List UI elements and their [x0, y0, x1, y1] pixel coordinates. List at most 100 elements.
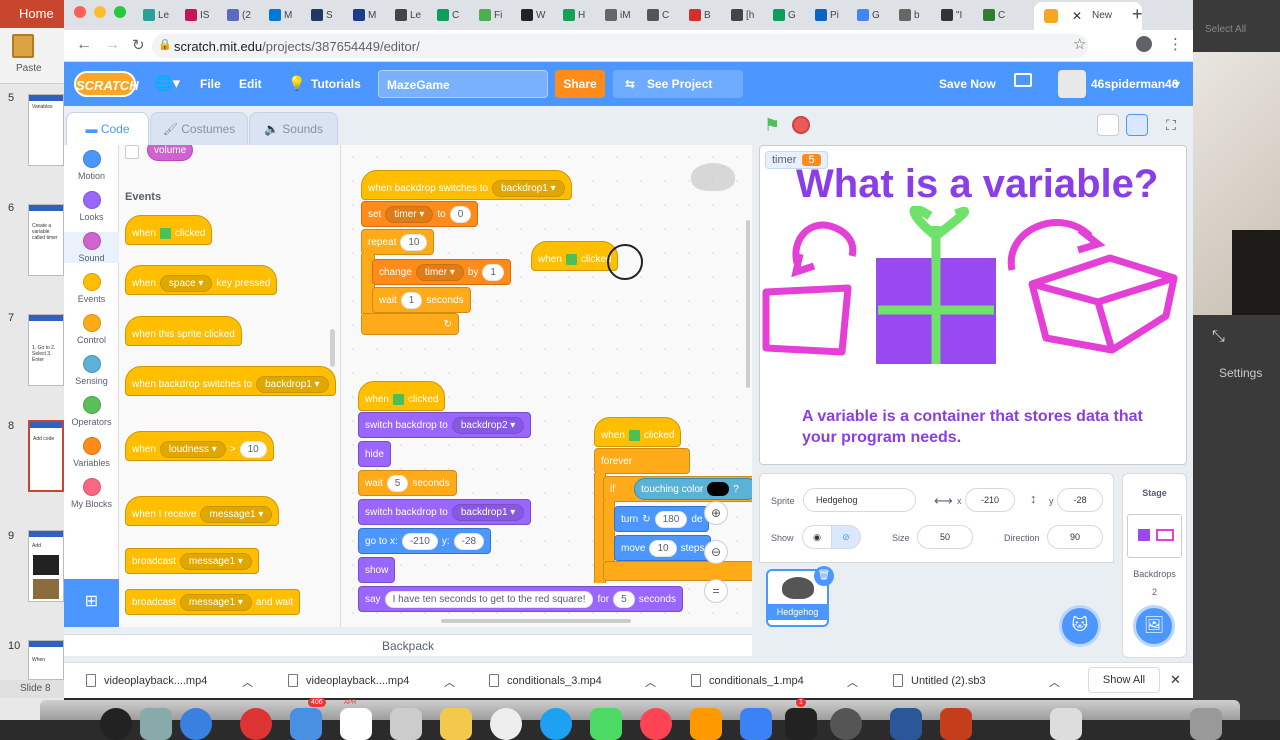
when-sprite-clicked-block[interactable]: when this sprite clicked	[125, 316, 242, 346]
browser-tab[interactable]: (2	[223, 4, 251, 26]
dock-app-icon[interactable]	[100, 708, 132, 740]
when-flag-clicked-hat[interactable]: when clicked	[358, 381, 446, 411]
turn-block[interactable]: turn ↻ 180 de	[614, 506, 710, 532]
browser-tab[interactable]: Fi	[475, 4, 502, 26]
palette-scrollbar[interactable]	[330, 329, 335, 367]
category-sound[interactable]: Sound	[64, 232, 119, 263]
color-swatch[interactable]	[707, 482, 730, 496]
category-variables[interactable]: Variables	[64, 437, 119, 468]
when-loudness-block[interactable]: when loudness ▾ >10	[125, 431, 274, 461]
choose-sprite-button[interactable]: 🐱	[1059, 605, 1101, 647]
zoom-in-button[interactable]: ⊕	[704, 501, 728, 525]
show-block[interactable]: show	[358, 557, 396, 583]
browser-tab[interactable]: C	[643, 4, 669, 26]
new-tab[interactable]: New	[1088, 4, 1112, 26]
tab-sounds[interactable]: 🔈 Sounds	[249, 112, 338, 145]
backpack-bar[interactable]: Backpack	[64, 634, 752, 656]
browser-tab[interactable]: "I	[937, 4, 962, 26]
direction-input[interactable]: 90	[1047, 525, 1103, 549]
switch-backdrop-block[interactable]: switch backdrop to backdrop1 ▾	[358, 499, 532, 525]
maximize-window-button[interactable]	[114, 6, 126, 18]
browser-tab[interactable]: W	[517, 4, 545, 26]
message-dropdown[interactable]: message1 ▾	[200, 505, 273, 523]
message-dropdown[interactable]: message1 ▾	[179, 593, 252, 611]
y-value[interactable]: -28	[453, 532, 485, 550]
bookmark-star-icon[interactable]: ☆	[1073, 35, 1086, 53]
workspace-horizontal-scrollbar[interactable]	[441, 619, 631, 623]
close-icon[interactable]: ✕	[1170, 672, 1181, 688]
when-flag-clicked-dragging-block[interactable]: when clicked	[531, 241, 619, 271]
select-all-label[interactable]: Select All	[1205, 24, 1246, 35]
share-button[interactable]: Share	[555, 70, 605, 98]
show-hidden-button[interactable]: ⊘	[831, 525, 861, 549]
expand-icon[interactable]: ⤡	[1212, 328, 1225, 346]
chevron-down-icon[interactable]: ▾	[1174, 77, 1180, 91]
download-item[interactable]: videoplayback....mp4	[288, 674, 409, 687]
save-now-button[interactable]: Save Now	[939, 77, 996, 91]
download-item[interactable]: conditionals_3.mp4	[489, 674, 602, 687]
zoom-out-button[interactable]: ⊖	[704, 540, 728, 564]
avatar[interactable]	[1058, 70, 1086, 98]
menu-kebab-icon[interactable]: ⋮	[1168, 35, 1183, 53]
dock-app-icon[interactable]	[690, 708, 722, 740]
wait-block[interactable]: wait 5 seconds	[358, 470, 457, 496]
dock-app-icon[interactable]	[1050, 708, 1082, 740]
backdrop-dropdown[interactable]: backdrop1 ▾	[256, 375, 329, 393]
category-looks[interactable]: Looks	[64, 191, 119, 222]
x-input[interactable]: -210	[965, 488, 1015, 512]
browser-tab[interactable]: M	[265, 4, 292, 26]
settings-label[interactable]: Settings	[1219, 366, 1262, 380]
chevron-up-icon[interactable]: ︿	[444, 674, 455, 690]
category-sensing[interactable]: Sensing	[64, 355, 119, 386]
browser-tab[interactable]: C	[433, 4, 459, 26]
dock-app-icon[interactable]	[785, 708, 817, 740]
category-control[interactable]: Control	[64, 314, 119, 345]
wait-value[interactable]: 5	[386, 474, 409, 492]
dock-app-icon[interactable]	[140, 708, 172, 740]
ribbon-home-tab[interactable]: Home	[0, 0, 64, 28]
tutorials-menu[interactable]: Tutorials	[311, 77, 361, 91]
volume-checkbox[interactable]	[125, 145, 139, 159]
slide-thumbnail[interactable]: Create a variable called timer	[28, 204, 64, 276]
chevron-up-icon[interactable]: ︿	[645, 674, 656, 690]
category-operators[interactable]: Operators	[64, 396, 119, 427]
stage-canvas[interactable]: timer 5 What is a variable? A variable is…	[759, 145, 1187, 465]
dock-app-icon[interactable]	[180, 708, 212, 740]
broadcast-and-wait-block[interactable]: broadcast message1 ▾ and wait	[125, 589, 301, 615]
browser-tab[interactable]: B	[685, 4, 711, 26]
volume-reporter[interactable]: volume	[147, 145, 194, 161]
loudness-value[interactable]: 10	[239, 440, 267, 458]
size-input[interactable]: 50	[917, 525, 973, 549]
category-motion[interactable]: Motion	[64, 150, 119, 181]
browser-tab[interactable]: M	[349, 4, 376, 26]
dock-app-icon[interactable]	[740, 708, 772, 740]
when-i-receive-block[interactable]: when I receive message1 ▾	[125, 496, 280, 526]
sprite-name-input[interactable]: Hedgehog	[803, 488, 916, 512]
category-my-blocks[interactable]: My Blocks	[64, 478, 119, 509]
new-tab-plus-icon[interactable]: +	[1132, 4, 1143, 25]
browser-tab[interactable]: Le	[391, 4, 421, 26]
dock-word-icon[interactable]	[890, 708, 922, 740]
when-key-pressed-block[interactable]: when space ▾ key pressed	[125, 265, 278, 295]
repeat-count[interactable]: 10	[400, 233, 428, 251]
browser-tab[interactable]: Pi	[811, 4, 839, 26]
dock-app-icon[interactable]	[590, 708, 622, 740]
stop-button[interactable]	[792, 116, 810, 134]
when-backdrop-switches-block[interactable]: when backdrop switches to backdrop1 ▾	[125, 366, 336, 396]
chevron-up-icon[interactable]: ︿	[242, 674, 253, 690]
dock-app-icon[interactable]	[240, 708, 272, 740]
backdrop-dropdown[interactable]: backdrop1 ▾	[451, 503, 525, 521]
hide-block[interactable]: hide	[358, 441, 391, 467]
move-value[interactable]: 10	[649, 539, 677, 557]
browser-tab[interactable]: [h	[727, 4, 754, 26]
wait-block[interactable]: wait 1 seconds	[372, 287, 471, 313]
minimize-window-button[interactable]	[94, 6, 106, 18]
browser-tab[interactable]: G	[769, 4, 796, 26]
close-window-button[interactable]	[74, 6, 86, 18]
switch-backdrop-block[interactable]: switch backdrop to backdrop2 ▾	[358, 412, 532, 438]
say-seconds[interactable]: 5	[613, 590, 635, 608]
file-menu[interactable]: File	[200, 77, 221, 91]
turn-value[interactable]: 180	[654, 510, 688, 528]
chevron-up-icon[interactable]: ︿	[847, 674, 858, 690]
dock-app-icon[interactable]	[540, 708, 572, 740]
